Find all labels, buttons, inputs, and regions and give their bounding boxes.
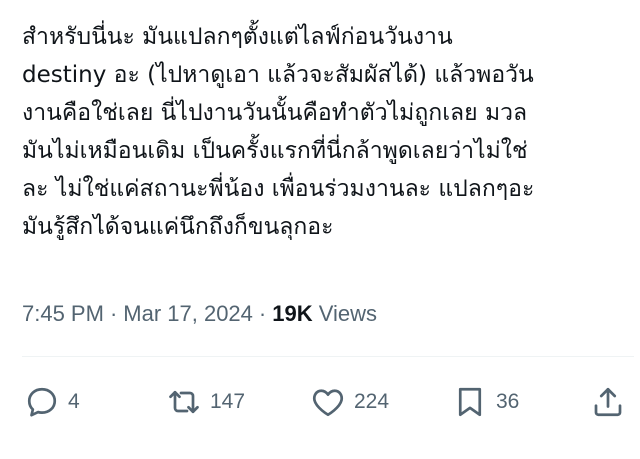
divider (22, 356, 634, 357)
views-label: Views (318, 301, 378, 326)
tweet-text-line: มันรู้สึกได้จนแค่นึกถึงก็ขนลุกอะ (22, 214, 334, 240)
reply-count: 4 (68, 390, 80, 413)
tweet-text-line: สำหรับนี่นะ มันแปลกๆตั้งแต่ไลฟ์ก่อนวันงา… (22, 24, 453, 50)
views-count[interactable]: 19K (272, 301, 312, 326)
bookmark-icon (452, 384, 488, 420)
retweet-icon (166, 384, 202, 420)
reply-icon (24, 384, 60, 420)
retweet-button[interactable]: 147 (166, 380, 245, 424)
like-count: 224 (354, 390, 390, 413)
tweet-actions-bar: 4 147 224 36 (0, 380, 640, 424)
tweet-meta: 7:45 PM · Mar 17, 2024 · 19K Views (22, 296, 377, 332)
meta-separator: · (258, 301, 267, 326)
tweet-text-line: มันไม่เหมือนเดิม เป็นครั้งแรกที่นี่กล้าพ… (22, 138, 528, 164)
tweet-time[interactable]: 7:45 PM (22, 301, 104, 326)
tweet-text-line: destiny อะ (ไปหาดูเอา แล้วจะสัมผัสได้) แ… (22, 62, 534, 88)
meta-separator: · (109, 301, 118, 326)
like-button[interactable]: 224 (310, 380, 389, 424)
heart-icon (310, 384, 346, 420)
share-button[interactable] (590, 380, 626, 424)
tweet-text-line: งานคือใช่เลย นี่ไปงานวันนั้นคือทำตัวไม่ถ… (22, 100, 528, 126)
tweet-date[interactable]: Mar 17, 2024 (123, 301, 253, 326)
reply-button[interactable]: 4 (24, 380, 80, 424)
share-icon (590, 384, 626, 420)
tweet-text-line: ละ ไม่ใช่แค่สถานะพี่น้อง เพื่อนร่วมงานละ… (22, 176, 535, 202)
bookmark-button[interactable]: 36 (452, 380, 519, 424)
tweet-text: สำหรับนี่นะ มันแปลกๆตั้งแต่ไลฟ์ก่อนวันงา… (22, 18, 632, 246)
bookmark-count: 36 (496, 390, 520, 413)
retweet-count: 147 (210, 390, 246, 413)
